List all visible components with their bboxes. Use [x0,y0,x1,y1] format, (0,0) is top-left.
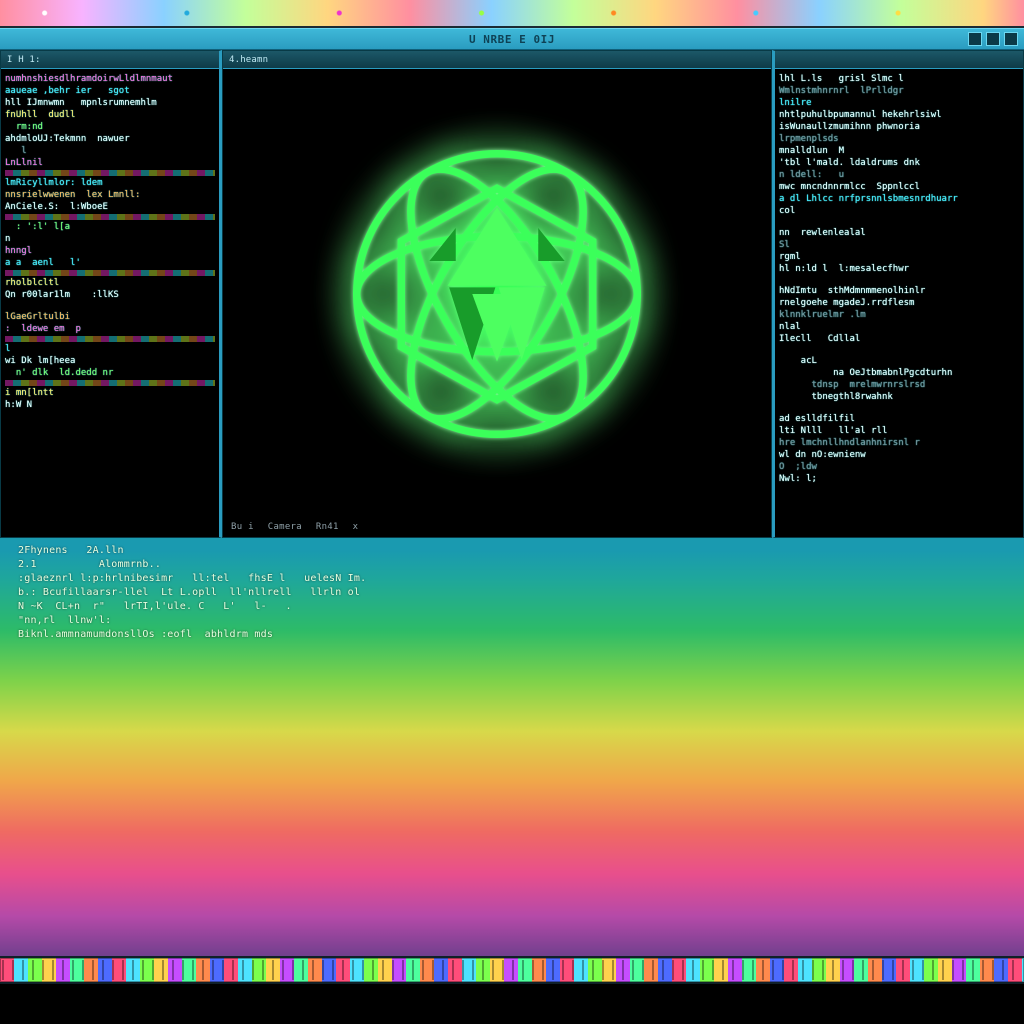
code-line: l [5,145,215,157]
code-line: n [5,233,215,245]
right-code-body[interactable]: lhl L.ls grisl Slmc lWmlnstmhnrnrl lPrll… [775,69,1023,489]
console-line: N ~K CL+n r" lrTI,l'ule. C L' l- . [18,600,1006,614]
right-code-pane[interactable]: lhl L.ls grisl Slmc lWmlnstmhnrnrl lPrll… [772,50,1024,538]
code-line: mnalldlun M [779,145,1019,157]
code-line: AnCiele.S: l:WboeE [5,201,215,213]
code-line: wl dn nO:ewnienw [779,449,1019,461]
geometric-globe-logo-icon [332,129,662,459]
code-line: lrpmenplsds [779,133,1019,145]
console-text: 2Fhynens 2A.lln2.1 Alommrnb..:glaeznrl l… [0,538,1024,648]
right-pane-tab[interactable] [775,51,1023,69]
code-line: a a aenl l' [5,257,215,269]
code-line: lmRicyllmlor: ldem [5,177,215,189]
output-console[interactable]: 2Fhynens 2A.lln2.1 Alommrnb..:glaeznrl l… [0,538,1024,958]
code-line: numhnshiesdlhramdoirwLldlmnmaut [5,73,215,85]
code-line: hnngl [5,245,215,257]
viewport-status-1: Camera [268,521,302,533]
code-line: hNdImtu sthMdmnmmenolhinlr [779,285,1019,297]
code-line: nhtlpuhulbpumannul hekehrlsiwl [779,109,1019,121]
code-line: tdnsp mrelmwrnrslrsd [779,379,1019,391]
window-buttons [968,32,1018,46]
code-line: ad eslldfilfil [779,413,1019,425]
system-menubar[interactable] [0,0,1024,28]
console-line: "nn,rl llnw'l: [18,614,1006,628]
code-line: l [5,343,215,355]
code-line: Qn r00lar1lm :llKS [5,289,215,301]
code-line: n ldell: u [779,169,1019,181]
code-line: O ;ldw [779,461,1019,473]
viewport-tab[interactable]: 4.heamn [223,51,771,69]
code-line: tbnegthl8rwahnk [779,391,1019,403]
code-line: : ':l' l[a [5,221,215,233]
left-pane-tab-label: I H 1: [7,54,41,66]
left-pane-tab[interactable]: I H 1: [1,51,219,69]
viewport-status-3: x [353,521,359,533]
viewport-status-bar: Bu i Camera Rn41 x [231,521,763,533]
code-line: mwc mncndnnrmlcc Sppnlccl [779,181,1019,193]
code-line: na OeJtbmabnlPgcdturhn [779,367,1019,379]
code-line: LnLlnil [5,157,215,169]
code-line: nlal [779,321,1019,333]
maximize-button[interactable] [986,32,1000,46]
code-line: hll IJmnwmn mpnlsrumnemhlm [5,97,215,109]
bottom-letterbox [0,984,1024,1024]
code-line: rnelgoehe mgadeJ.rrdflesm [779,297,1019,309]
console-line: 2.1 Alommrnb.. [18,558,1006,572]
viewport-pane[interactable]: 4.heamn Bu i Camera Rn41 x [222,50,772,538]
code-line: 'tbl l'mald. ldaldrums dnk [779,157,1019,169]
left-code-pane[interactable]: I H 1: numhnshiesdlhramdoirwLldlmnmautaa… [0,50,222,538]
left-code-body[interactable]: numhnshiesdlhramdoirwLldlmnmautaaueae ,b… [1,69,219,425]
code-line: n' dlk ld.dedd nr [5,367,215,379]
code-line: hl n:ld l l:mesalecfhwr [779,263,1019,275]
viewport-status-2: Rn41 [316,521,339,533]
code-line: i mn[lntt [5,387,215,399]
close-button[interactable] [1004,32,1018,46]
code-line: col [779,205,1019,217]
code-line: lhl L.ls grisl Slmc l [779,73,1019,85]
window-title: U NRBE E 0IJ [469,33,555,46]
code-line: wi Dk lm[heea [5,355,215,367]
code-line: rm:nd [5,121,215,133]
console-line: Biknl.ammnamumdonsllOs :eofl abhldrm mds [18,628,1006,642]
taskbar[interactable] [0,956,1024,984]
code-line: h:W N [5,399,215,411]
code-line: Sl [779,239,1019,251]
code-line: Nwl: l; [779,473,1019,485]
console-line: 2Fhynens 2A.lln [18,544,1006,558]
code-line: rholblcltl [5,277,215,289]
code-line: fnUhll dudll [5,109,215,121]
code-line: Ilecll Cdllal [779,333,1019,345]
code-line: a dl Lhlcc nrfprsnnlsbmesnrdhuarr [779,193,1019,205]
console-line: :glaeznrl l:p:hrlnibesimr ll:tel fhsE l … [18,572,1006,586]
minimize-button[interactable] [968,32,982,46]
code-line: aaueae ,behr ier sgot [5,85,215,97]
code-line: rgml [779,251,1019,263]
viewport-tab-label: 4.heamn [229,54,268,66]
code-line: ahdmloUJ:Tekmnn nawuer [5,133,215,145]
code-line: klnnklruelmr .lm [779,309,1019,321]
code-line: lGaeGrltulbi [5,311,215,323]
code-line: nnsrielwwenen lex Lmnll: [5,189,215,201]
window-titlebar[interactable]: U NRBE E 0IJ [0,28,1024,50]
code-line: isWunaullzmumihnn phwnoria [779,121,1019,133]
code-line: hre lmchnllhndlanhnirsnl r [779,437,1019,449]
code-line: Wmlnstmhnrnrl lPrlldgr [779,85,1019,97]
code-line: acL [779,355,1019,367]
viewport-status-0: Bu i [231,521,254,533]
editor-panes: I H 1: numhnshiesdlhramdoirwLldlmnmautaa… [0,50,1024,538]
console-line: b.: Bcufillaarsr-llel Lt L.opll ll'nllre… [18,586,1006,600]
code-line: lti Nlll ll'al rll [779,425,1019,437]
code-line: lnilre [779,97,1019,109]
code-line: : ldewe em p [5,323,215,335]
code-line: nn rewlenlealal [779,227,1019,239]
